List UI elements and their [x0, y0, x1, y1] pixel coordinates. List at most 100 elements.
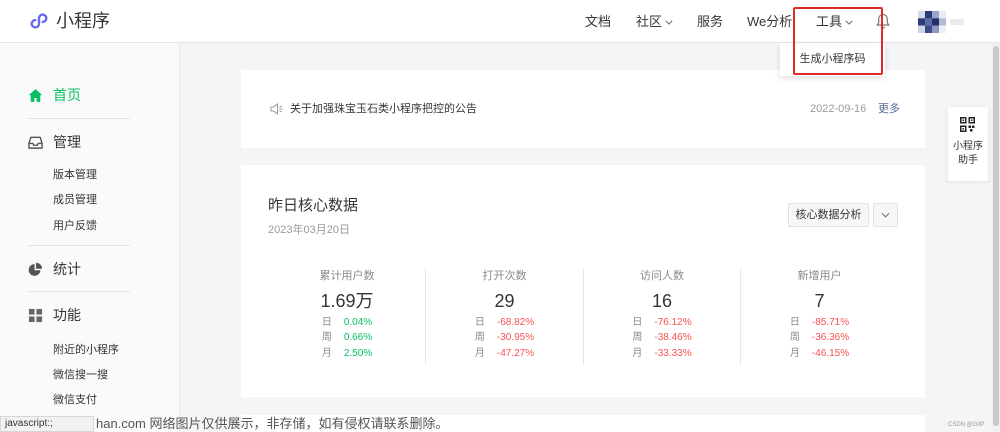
- sidebar-item-wechat-search[interactable]: 微信搜一搜: [53, 368, 108, 382]
- logo-text[interactable]: 小程序: [56, 9, 110, 33]
- chevron-down-icon: [665, 20, 673, 25]
- stat-label: 累计用户数: [319, 270, 375, 282]
- scrollbar-thumb[interactable]: [993, 46, 999, 426]
- change-value: -76.12%: [654, 316, 692, 328]
- change-value: -36.36%: [811, 332, 850, 344]
- period-label: 月: [632, 347, 643, 359]
- stat-label: 访问人数: [640, 270, 684, 282]
- period-label: 月: [789, 347, 800, 359]
- sidebar-item-statistics[interactable]: 统计: [28, 260, 81, 278]
- core-data-card: 昨日核心数据 2023年03月20日 核心数据分析 累计用户数 1.69万 日0…: [241, 165, 925, 397]
- mini-program-assistant-widget[interactable]: 小程序 助手: [948, 107, 988, 181]
- sidebar-item-label: 管理: [53, 134, 81, 150]
- chevron-down-icon: [845, 20, 853, 25]
- core-data-dropdown-button[interactable]: [873, 203, 898, 227]
- period-label: 周: [474, 332, 485, 344]
- change-value: 0.66%: [343, 332, 373, 344]
- sidebar-item-label: 统计: [53, 261, 81, 277]
- top-header: 小程序 文档 社区 服务 We分析 工具: [0, 0, 1000, 43]
- period-label: 日: [632, 316, 643, 328]
- stat-total-users: 累计用户数 1.69万 日 0.04% 周 0.66% 月 2.50%: [269, 268, 426, 365]
- stat-changes: 日 0.04% 周 0.66% 月 2.50%: [269, 315, 425, 362]
- nav-label: We分析: [747, 14, 793, 29]
- notice-more-link[interactable]: 更多: [878, 102, 900, 116]
- nav-tools[interactable]: 工具: [816, 13, 853, 31]
- sidebar-item-management[interactable]: 管理: [28, 133, 81, 151]
- nav-label: 服务: [697, 14, 724, 29]
- home-icon: [28, 88, 43, 102]
- nav-label: 文档: [585, 14, 612, 29]
- qr-code-icon: [960, 117, 975, 132]
- sidebar-item-label: 首页: [53, 87, 81, 103]
- stat-value: 29: [494, 291, 515, 311]
- stat-change-row: 周 -38.46%: [584, 331, 740, 347]
- period-label: 月: [321, 347, 332, 359]
- period-label: 日: [789, 316, 800, 328]
- period-label: 日: [321, 316, 332, 328]
- sidebar-item-wechat-pay[interactable]: 微信支付: [53, 393, 97, 407]
- stat-changes: 日 -68.82% 周 -30.95% 月 -47.27%: [426, 315, 583, 362]
- sidebar-item-features[interactable]: 功能: [28, 306, 81, 324]
- period-label: 月: [474, 347, 485, 359]
- stat-change-row: 月 -47.27%: [426, 346, 583, 362]
- stat-change-row: 月 -33.33%: [584, 346, 740, 362]
- credit-text: CSDN @GitP: [948, 422, 985, 428]
- bell-icon[interactable]: [876, 13, 890, 29]
- pie-chart-icon: [28, 262, 43, 276]
- sidebar-divider: [28, 291, 130, 292]
- stat-change-row: 周 -30.95%: [426, 331, 583, 347]
- tools-dropdown-menu: 生成小程序码: [780, 43, 885, 76]
- stat-change-row: 日 -85.71%: [741, 315, 898, 331]
- change-value: -30.95%: [496, 332, 535, 344]
- sidebar-item-home[interactable]: 首页: [28, 86, 81, 104]
- nav-docs[interactable]: 文档: [585, 13, 611, 31]
- change-value: -68.82%: [496, 316, 535, 328]
- account-name-blurred[interactable]: [950, 19, 964, 25]
- stat-label: 新增用户: [797, 270, 842, 282]
- browser-status-bar: javascript:;: [0, 416, 94, 432]
- sidebar-item-version-management[interactable]: 版本管理: [53, 168, 97, 182]
- sidebar: 首页 管理 版本管理 成员管理 用户反馈 统计 功能 附近的小程序 微信搜一搜 …: [0, 43, 180, 432]
- notice-date: 2022-09-16: [810, 103, 867, 115]
- sidebar-divider: [28, 118, 130, 119]
- stat-visitors: 访问人数 16 日 -76.12% 周 -38.46% 月 -33.33%: [584, 268, 741, 365]
- avatar[interactable]: [918, 11, 946, 33]
- assistant-label-line2: 助手: [958, 155, 978, 166]
- dropdown-item-generate-mini-program-code[interactable]: 生成小程序码: [780, 43, 885, 76]
- stat-label: 打开次数: [482, 270, 527, 282]
- nav-community[interactable]: 社区: [636, 13, 673, 31]
- sidebar-item-nearby-mini-programs[interactable]: 附近的小程序: [53, 343, 119, 357]
- core-data-analysis-button[interactable]: 核心数据分析: [788, 203, 869, 227]
- change-value: 2.50%: [343, 347, 373, 359]
- inbox-icon: [28, 136, 43, 149]
- change-value: 0.04%: [343, 316, 373, 328]
- nav-services[interactable]: 服务: [697, 13, 723, 31]
- stat-opens: 打开次数 29 日 -68.82% 周 -30.95% 月 -47.27%: [426, 268, 584, 365]
- stat-change-row: 月 -46.15%: [741, 346, 898, 362]
- period-label: 周: [632, 332, 643, 344]
- period-label: 周: [321, 332, 332, 344]
- watermark-text: han.com 网络图片仅供展示，非存储，如有侵权请联系删除。: [96, 416, 449, 431]
- nav-label: 工具: [816, 14, 843, 29]
- period-label: 周: [789, 332, 800, 344]
- sidebar-item-user-feedback[interactable]: 用户反馈: [53, 219, 97, 233]
- sidebar-divider: [28, 245, 130, 246]
- stat-change-row: 周 0.66%: [269, 331, 425, 347]
- mini-program-logo-icon[interactable]: [28, 10, 50, 32]
- nav-we-analysis[interactable]: We分析: [747, 13, 792, 31]
- stat-change-row: 日 0.04%: [269, 315, 425, 331]
- notice-link[interactable]: 关于加强珠宝玉石类小程序把控的公告: [290, 102, 477, 116]
- stat-changes: 日 -76.12% 周 -38.46% 月 -33.33%: [584, 315, 740, 362]
- grid-icon: [28, 308, 43, 322]
- stat-new-users: 新增用户 7 日 -85.71% 周 -36.36% 月 -46.15%: [741, 268, 898, 365]
- change-value: -47.27%: [496, 347, 535, 359]
- stat-changes: 日 -85.71% 周 -36.36% 月 -46.15%: [741, 315, 898, 362]
- chevron-down-icon: [881, 212, 890, 218]
- stat-change-row: 日 -68.82%: [426, 315, 583, 331]
- stat-value: 1.69万: [320, 291, 374, 311]
- sidebar-item-member-management[interactable]: 成员管理: [53, 193, 97, 207]
- notice-card: 关于加强珠宝玉石类小程序把控的公告 2022-09-16 更多: [241, 70, 925, 148]
- assistant-label-line1: 小程序: [953, 141, 983, 152]
- sidebar-item-label: 功能: [53, 307, 81, 323]
- nav-label: 社区: [636, 14, 663, 29]
